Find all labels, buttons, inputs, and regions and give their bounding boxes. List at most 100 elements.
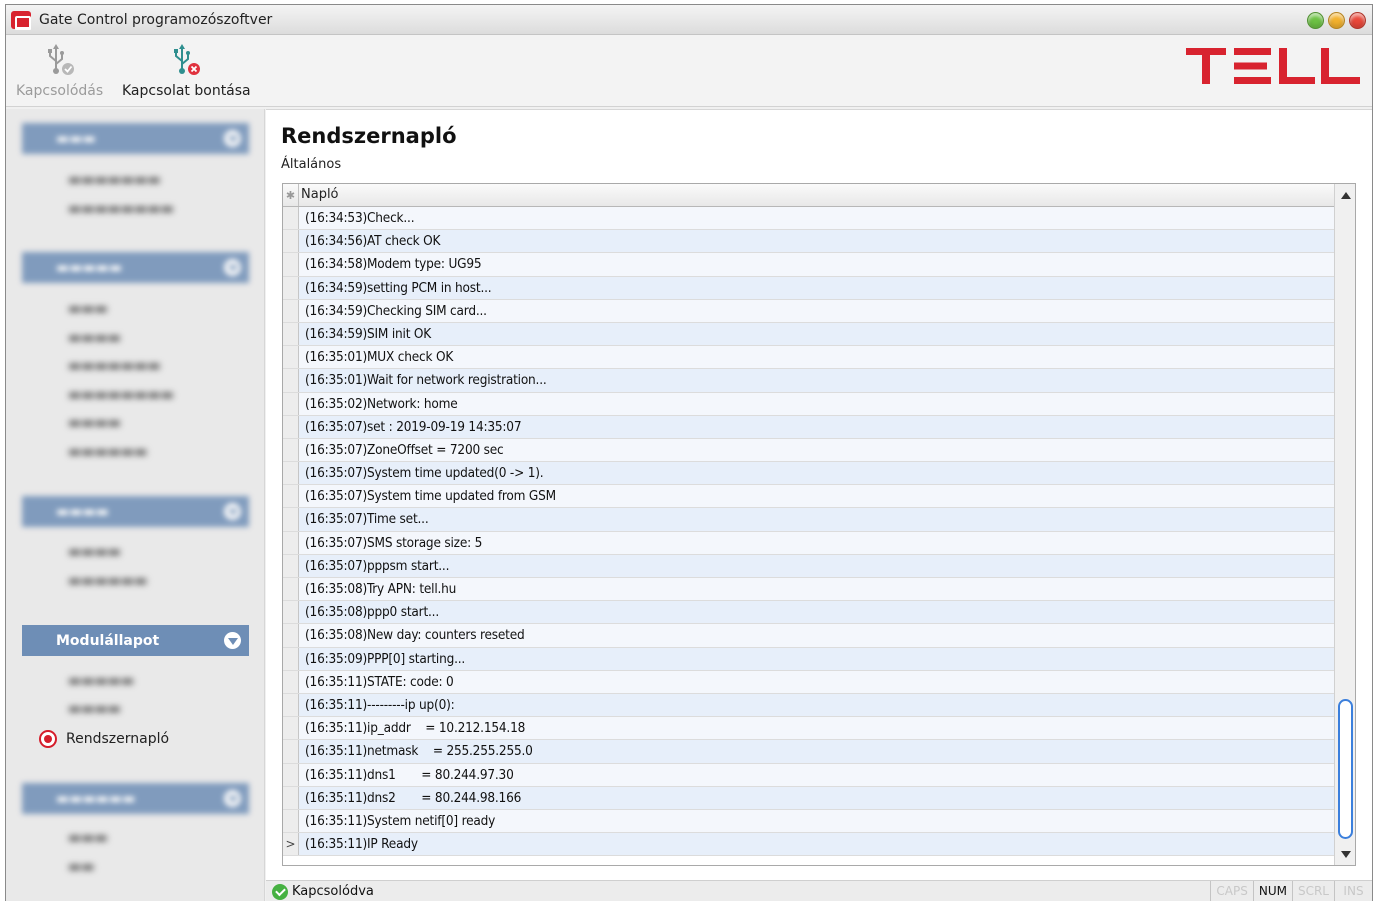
log-cell[interactable]: (16:34:56)AT check OK <box>299 230 1335 253</box>
row-header[interactable] <box>283 508 299 531</box>
column-header-naplo[interactable]: Napló <box>299 184 339 206</box>
row-header[interactable] <box>283 276 299 299</box>
table-row[interactable]: (16:35:08)Try APN: tell.hu <box>283 578 1335 602</box>
sidebar-group-1[interactable]: ▬▬▬ <box>22 123 249 154</box>
sidebar-item[interactable]: ▬▬▬▬▬▬▬▬ <box>68 387 174 403</box>
row-header[interactable] <box>283 207 299 230</box>
sidebar-item[interactable]: ▬▬▬▬ <box>68 544 121 560</box>
vertical-scrollbar[interactable] <box>1334 184 1355 865</box>
log-cell[interactable]: (16:35:09)PPP[0] starting... <box>299 647 1335 670</box>
sidebar-group-modulallapot[interactable]: Modulállapot <box>22 625 249 656</box>
sidebar-item[interactable]: ▬▬▬ <box>68 830 108 846</box>
log-cell[interactable]: (16:35:11)dns1 = 80.244.97.30 <box>299 763 1335 786</box>
row-header[interactable] <box>283 392 299 415</box>
scroll-down-button[interactable] <box>1336 844 1355 864</box>
log-cell[interactable]: (16:35:11)---------ip up(0): <box>299 693 1335 717</box>
scroll-up-button[interactable] <box>1336 185 1355 205</box>
sidebar-group-3[interactable]: ▬▬▬▬ <box>22 496 249 527</box>
table-row[interactable]: (16:34:53)Check... <box>283 207 1335 231</box>
table-row[interactable]: (16:35:07)SMS storage size: 5 <box>283 531 1335 555</box>
log-cell[interactable]: (16:35:07)SMS storage size: 5 <box>299 531 1335 554</box>
table-row[interactable]: (16:35:01)Wait for network registration.… <box>283 369 1335 393</box>
log-cell[interactable]: (16:35:07)set : 2019-09-19 14:35:07 <box>299 415 1335 438</box>
row-header[interactable] <box>283 485 299 508</box>
row-header[interactable] <box>283 253 299 276</box>
table-row[interactable]: (16:35:11)netmask = 255.255.255.0 <box>283 740 1335 764</box>
row-header[interactable] <box>283 415 299 438</box>
table-row[interactable]: (16:35:02)Network: home <box>283 392 1335 416</box>
table-row[interactable]: (16:35:08)ppp0 start... <box>283 601 1335 625</box>
row-header[interactable] <box>283 763 299 786</box>
scroll-thumb[interactable] <box>1338 699 1353 839</box>
table-row[interactable]: (16:35:11)dns2 = 80.244.98.166 <box>283 786 1335 810</box>
table-row[interactable]: (16:35:07)Time set... <box>283 508 1335 532</box>
row-header[interactable] <box>283 554 299 577</box>
log-cell[interactable]: (16:35:11)ip_addr = 10.212.154.18 <box>299 717 1335 740</box>
log-cell[interactable]: (16:35:11)netmask = 255.255.255.0 <box>299 740 1335 763</box>
sidebar-item[interactable]: ▬▬▬▬ <box>68 415 121 431</box>
table-row[interactable]: (16:35:07)ZoneOffset = 7200 sec <box>283 438 1335 463</box>
table-row[interactable]: (16:34:59)setting PCM in host... <box>283 276 1335 300</box>
row-header[interactable] <box>283 369 299 392</box>
log-cell[interactable]: (16:35:08)ppp0 start... <box>299 601 1335 624</box>
sidebar-item[interactable]: ▬▬▬▬▬▬▬▬ <box>68 201 174 217</box>
log-cell[interactable]: (16:35:07)Time set... <box>299 508 1335 531</box>
row-header[interactable] <box>283 438 299 462</box>
sidebar-item[interactable]: ▬▬▬▬▬▬▬ <box>68 172 161 188</box>
log-cell[interactable]: (16:35:07)System time updated from GSM <box>299 485 1335 508</box>
table-row[interactable]: (16:35:11)STATE: code: 0 <box>283 670 1335 694</box>
sidebar-item[interactable]: ▬▬▬▬▬▬ <box>68 444 147 460</box>
row-header[interactable] <box>283 346 299 369</box>
log-cell[interactable]: (16:35:08)New day: counters reseted <box>299 624 1335 647</box>
sidebar-item[interactable]: ▬▬ <box>68 859 94 875</box>
log-cell[interactable]: (16:35:02)Network: home <box>299 392 1335 415</box>
maximize-button[interactable] <box>1307 12 1324 29</box>
log-cell[interactable]: (16:35:08)Try APN: tell.hu <box>299 578 1335 601</box>
log-cell[interactable]: (16:34:59)setting PCM in host... <box>299 276 1335 299</box>
table-row[interactable]: (16:35:01)MUX check OK <box>283 346 1335 370</box>
minimize-button[interactable] <box>1328 12 1345 29</box>
log-cell[interactable]: (16:35:11)System netif[0] ready <box>299 809 1335 833</box>
log-cell[interactable]: (16:35:11)STATE: code: 0 <box>299 670 1335 693</box>
row-header[interactable] <box>283 230 299 253</box>
sidebar-item[interactable]: ▬▬▬▬ <box>68 330 121 346</box>
row-header[interactable] <box>283 462 299 485</box>
row-header[interactable] <box>283 578 299 601</box>
log-cell[interactable]: (16:34:53)Check... <box>299 207 1335 230</box>
log-cell[interactable]: (16:35:11)IP Ready <box>299 833 1335 856</box>
log-cell[interactable]: (16:34:59)Checking SIM card... <box>299 299 1335 322</box>
row-header[interactable] <box>283 809 299 833</box>
log-cell[interactable]: (16:35:07)pppsm start... <box>299 554 1335 577</box>
row-header[interactable] <box>283 786 299 809</box>
log-cell[interactable]: (16:35:07)System time updated(0 -> 1). <box>299 462 1335 485</box>
sidebar-group-2[interactable]: ▬▬▬▬▬ <box>22 252 249 283</box>
sidebar-item[interactable]: ▬▬▬▬ <box>68 701 121 717</box>
sidebar-item-rendszernaplo[interactable]: Rendszernapló <box>39 730 169 748</box>
connect-button[interactable]: Kapcsolódás <box>16 41 103 99</box>
table-row[interactable]: (16:35:07)System time updated from GSM <box>283 485 1335 509</box>
table-row[interactable]: (16:35:07)set : 2019-09-19 14:35:07 <box>283 415 1335 439</box>
table-row[interactable]: (16:35:07)System time updated(0 -> 1). <box>283 462 1335 486</box>
table-row[interactable]: (16:35:08)New day: counters reseted <box>283 624 1335 648</box>
sidebar-group-5[interactable]: ▬▬▬▬▬▬ <box>22 783 249 814</box>
row-header[interactable]: > <box>283 833 299 856</box>
log-cell[interactable]: (16:35:11)dns2 = 80.244.98.166 <box>299 786 1335 809</box>
sidebar-item[interactable]: ▬▬▬▬▬▬ <box>68 573 147 589</box>
table-row[interactable]: (16:34:56)AT check OK <box>283 230 1335 254</box>
log-grid[interactable]: ✱ Napló (16:34:53)Check... (16:34:56)AT c… <box>282 183 1356 866</box>
row-header[interactable] <box>283 322 299 346</box>
row-header[interactable] <box>283 531 299 554</box>
table-row[interactable]: (16:34:59)Checking SIM card... <box>283 299 1335 323</box>
table-row[interactable]: (16:35:11)---------ip up(0): <box>283 693 1335 718</box>
table-row[interactable]: (16:35:11)dns1 = 80.244.97.30 <box>283 763 1335 787</box>
sidebar-item[interactable]: ▬▬▬▬▬ <box>68 673 134 689</box>
log-cell[interactable]: (16:35:07)ZoneOffset = 7200 sec <box>299 438 1335 462</box>
row-header[interactable] <box>283 670 299 693</box>
table-row[interactable]: (16:34:59)SIM init OK <box>283 322 1335 347</box>
log-cell[interactable]: (16:35:01)MUX check OK <box>299 346 1335 369</box>
table-row[interactable]: (16:35:11)ip_addr = 10.212.154.18 <box>283 717 1335 741</box>
log-cell[interactable]: (16:34:59)SIM init OK <box>299 322 1335 346</box>
sidebar-item[interactable]: ▬▬▬▬▬▬▬ <box>68 358 161 374</box>
log-cell[interactable]: (16:35:01)Wait for network registration.… <box>299 369 1335 392</box>
log-cell[interactable]: (16:34:58)Modem type: UG95 <box>299 253 1335 276</box>
